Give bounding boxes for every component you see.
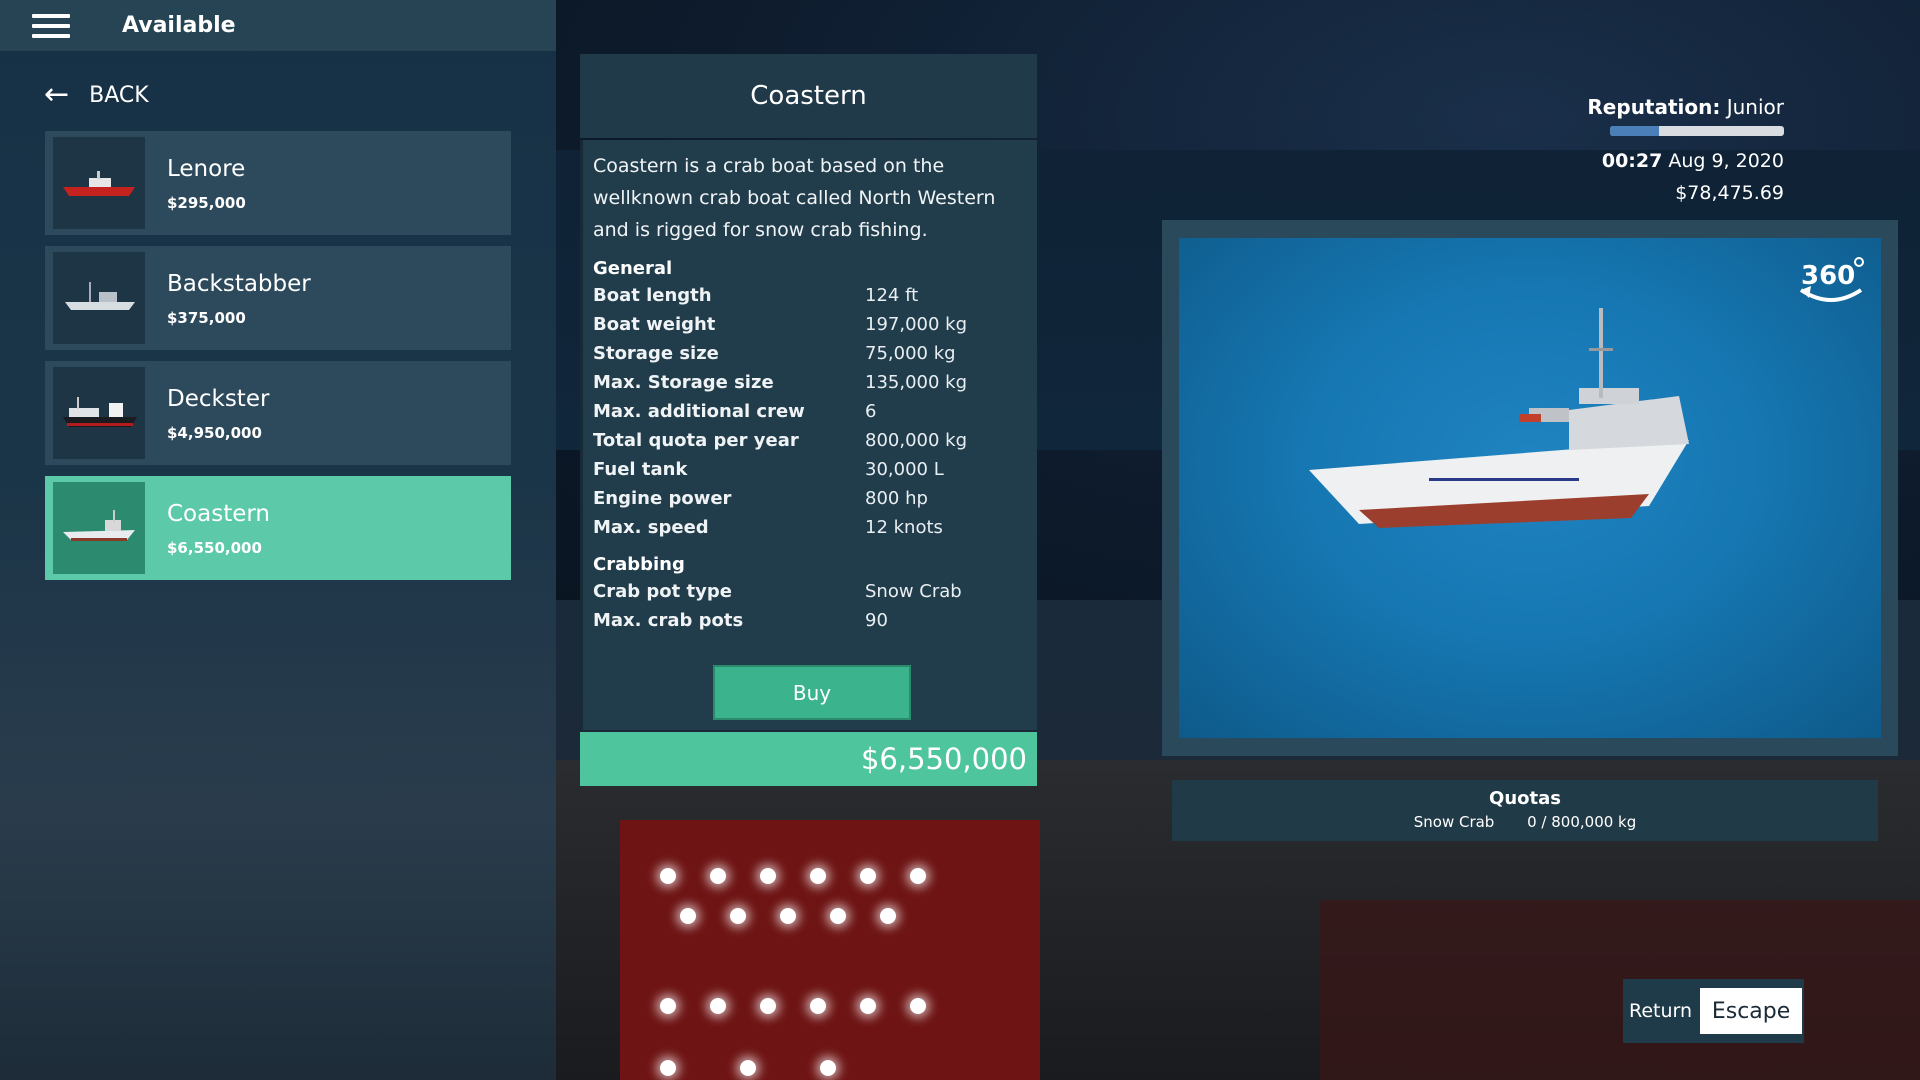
spec-key: Storage size: [593, 343, 719, 364]
reputation: Reputation: Junior: [1587, 95, 1784, 119]
spec-key: Max. crab pots: [593, 610, 744, 631]
quota-species: Snow Crab: [1413, 813, 1495, 831]
page-title: Available: [122, 13, 236, 38]
boat-icon: [65, 282, 135, 310]
boat-price: $6,550,000: [167, 539, 262, 557]
escape-key-hint: Escape: [1700, 988, 1803, 1034]
boat-item-deckster[interactable]: Deckster $4,950,000: [45, 361, 511, 465]
spec-row: Max. crab pots 90: [593, 606, 1027, 635]
spec-value: 75,000 kg: [865, 343, 956, 364]
spec-row: Fuel tank 30,000 L: [593, 455, 1027, 484]
price-display: $6,550,000: [580, 732, 1037, 786]
spec-row: Engine power 800 hp: [593, 484, 1027, 513]
spec-value: 135,000 kg: [865, 372, 968, 393]
boat-icon: [63, 397, 137, 427]
game-datetime: 00:27 Aug 9, 2020: [1602, 150, 1784, 172]
menu-icon[interactable]: [32, 13, 70, 38]
back-label: BACK: [89, 82, 149, 108]
spec-value: 30,000 L: [865, 459, 944, 480]
spec-key: Total quota per year: [593, 430, 799, 451]
background-light-panel: [620, 820, 1040, 1080]
boat-name: Lenore: [167, 156, 246, 182]
crabbing-specs: Crab pot type Snow Crab Max. crab pots 90: [593, 577, 1027, 635]
boat-thumbnail: [53, 367, 145, 459]
spec-row: Total quota per year 800,000 kg: [593, 426, 1027, 455]
top-bar: Available: [0, 0, 556, 51]
boat-price: $375,000: [167, 309, 246, 327]
boat-3d-viewer[interactable]: 360: [1179, 238, 1881, 738]
spec-key: Boat length: [593, 285, 712, 306]
boat-detail-title: Coastern: [580, 54, 1037, 138]
spec-key: Fuel tank: [593, 459, 688, 480]
reputation-label: Reputation:: [1587, 95, 1721, 119]
buy-button[interactable]: Buy: [713, 665, 911, 720]
reputation-progress-bar: [1610, 126, 1784, 136]
back-button[interactable]: ← BACK: [44, 80, 149, 110]
spec-key: Max. Storage size: [593, 372, 774, 393]
return-label: Return: [1629, 1000, 1693, 1022]
spec-row: Max. Storage size 135,000 kg: [593, 368, 1027, 397]
spec-row: Boat weight 197,000 kg: [593, 310, 1027, 339]
crabbing-heading: Crabbing: [593, 554, 685, 575]
spec-row: Max. speed 12 knots: [593, 513, 1027, 542]
spec-value: 800 hp: [865, 488, 928, 509]
spec-key: Max. speed: [593, 517, 709, 538]
boat-icon: [63, 510, 135, 541]
spec-value: 124 ft: [865, 285, 919, 306]
spec-key: Crab pot type: [593, 581, 732, 602]
general-heading: General: [593, 258, 673, 279]
game-date: Aug 9, 2020: [1668, 150, 1784, 172]
boat-name: Coastern: [167, 501, 271, 527]
boat-name: Backstabber: [167, 271, 311, 297]
boat-model-icon: [1309, 308, 1689, 528]
boat-thumbnail: [53, 482, 145, 574]
boat-item-lenore[interactable]: Lenore $295,000: [45, 131, 511, 235]
boat-thumbnail: [53, 137, 145, 229]
quotas-title: Quotas: [1489, 788, 1561, 809]
spec-row: Max. additional crew 6: [593, 397, 1027, 426]
reputation-progress-fill: [1610, 126, 1659, 136]
spec-value: 800,000 kg: [865, 430, 968, 451]
arrow-left-icon: ←: [44, 77, 70, 112]
boat-icon: [63, 171, 135, 196]
player-money: $78,475.69: [1675, 182, 1784, 204]
game-time: 00:27: [1601, 150, 1663, 172]
boat-price: $4,950,000: [167, 424, 262, 442]
spec-row: Crab pot type Snow Crab: [593, 577, 1027, 606]
quotas-panel: Quotas Snow Crab 0 / 800,000 kg: [1172, 780, 1878, 841]
quota-row: Snow Crab 0 / 800,000 kg: [1172, 813, 1878, 831]
general-specs: Boat length 124 ft Boat weight 197,000 kg …: [593, 281, 1027, 542]
boat-price: $295,000: [167, 194, 246, 212]
spec-value: 12 knots: [865, 517, 943, 538]
spec-key: Max. additional crew: [593, 401, 805, 422]
boat-list: Lenore $295,000 Backstabber $375,000 Dec…: [45, 131, 511, 591]
boat-name: Deckster: [167, 386, 270, 412]
spec-value: 6: [865, 401, 877, 422]
quota-amount: 0 / 800,000 kg: [1527, 813, 1637, 831]
boat-detail-panel: Coastern is a crab boat based on the wel…: [580, 140, 1037, 730]
spec-row: Storage size 75,000 kg: [593, 339, 1027, 368]
spec-key: Boat weight: [593, 314, 716, 335]
boat-description: Coastern is a crab boat based on the wel…: [593, 155, 996, 241]
background-deck-right: [1320, 900, 1920, 1080]
spec-row: Boat length 124 ft: [593, 281, 1027, 310]
return-button[interactable]: Return Escape: [1623, 979, 1804, 1043]
rotate-label: 360: [1801, 261, 1855, 291]
rotate-360-icon[interactable]: 360: [1795, 252, 1867, 314]
spec-key: Engine power: [593, 488, 732, 509]
boat-item-coastern[interactable]: Coastern $6,550,000: [45, 476, 511, 580]
spec-value: 90: [865, 610, 888, 631]
boat-thumbnail: [53, 252, 145, 344]
reputation-value: Junior: [1726, 95, 1784, 119]
spec-value: 197,000 kg: [865, 314, 968, 335]
spec-value: Snow Crab: [865, 581, 962, 602]
boat-item-backstabber[interactable]: Backstabber $375,000: [45, 246, 511, 350]
